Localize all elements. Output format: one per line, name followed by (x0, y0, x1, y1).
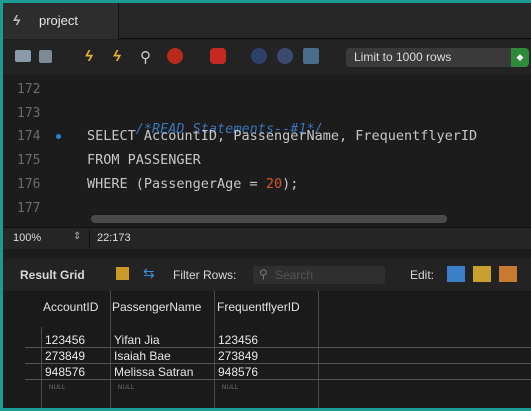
cell-passengername[interactable]: Yifan Jia (114, 333, 160, 347)
autocommit-icon[interactable] (303, 48, 319, 64)
zoom-stepper-icon[interactable]: ⇕ (73, 231, 81, 242)
search-icon: ⚲ (259, 267, 268, 281)
cell-accountid[interactable]: 123456 (45, 333, 85, 347)
refresh-icon[interactable]: ⇆ (143, 265, 155, 282)
pane-divider[interactable] (3, 249, 531, 259)
cell-frequentflyerid[interactable]: 273849 (218, 349, 258, 363)
edit-label: Edit: (410, 268, 435, 282)
edit-icon[interactable] (447, 266, 465, 282)
execute-icon[interactable]: ϟ (85, 48, 101, 65)
tab-project[interactable]: ϟ project (3, 3, 119, 39)
cell-null[interactable]: NULL (222, 385, 239, 391)
chevron-updown-icon: ◆ (511, 48, 529, 67)
sql-toolbar: ϟ ϟ ⚲ Limit to 1000 rows ◆ (3, 40, 531, 74)
code-line-174: SELECT AccountID, PassengerName, Frequen… (87, 128, 478, 144)
line-number: 173 (17, 106, 41, 121)
cell-passengername[interactable]: Isaiah Bae (114, 349, 171, 363)
line-number: 176 (17, 177, 41, 192)
result-grid-title: Result Grid (20, 268, 85, 282)
grid-icon[interactable] (116, 267, 129, 280)
cell-accountid[interactable]: 273849 (45, 349, 85, 363)
column-header-accountid[interactable]: AccountID (43, 300, 98, 314)
horizontal-scrollbar[interactable] (91, 215, 447, 223)
cursor-position: 22:173 (97, 232, 131, 244)
sql-editor[interactable]: 172 173 174 175 176 177 /*READ Statement… (3, 75, 531, 227)
cell-frequentflyerid[interactable]: 948576 (218, 365, 258, 379)
toggle-icon[interactable] (210, 48, 226, 64)
save-icon[interactable] (39, 50, 52, 63)
line-number: 175 (17, 153, 41, 168)
line-number: 174 (17, 129, 41, 144)
statement-marker-icon (56, 134, 61, 139)
tab-title: project (39, 13, 79, 28)
rollback-icon[interactable] (277, 48, 293, 64)
code-line-175: FROM PASSENGER (87, 152, 201, 168)
explain-icon[interactable]: ⚲ (140, 48, 156, 66)
column-header-frequentflyerid[interactable]: FrequentflyerID (217, 300, 300, 314)
line-number: 177 (17, 201, 41, 216)
limit-label: Limit to 1000 rows (354, 50, 452, 64)
delete-row-icon[interactable] (499, 266, 517, 282)
result-grid[interactable]: AccountID PassengerName FrequentflyerID … (3, 291, 531, 408)
search-placeholder: Search (275, 268, 314, 282)
filter-rows-label: Filter Rows: (173, 268, 237, 282)
cell-null[interactable]: NULL (118, 385, 135, 391)
cell-null[interactable]: NULL (49, 385, 66, 391)
cell-passengername[interactable]: Melissa Satran (114, 365, 193, 379)
app-window: ϟ project ϟ ϟ ⚲ Limit to 1000 rows ◆ 172… (0, 0, 531, 411)
tab-bar: ϟ project (3, 3, 531, 39)
lightning-icon: ϟ (13, 12, 21, 28)
column-header-passengername[interactable]: PassengerName (112, 300, 201, 314)
commit-icon[interactable] (251, 48, 267, 64)
line-number: 172 (17, 82, 41, 97)
folder-icon[interactable] (15, 50, 31, 62)
stop-icon[interactable] (167, 48, 183, 64)
result-grid-toolbar: Result Grid ⇆ Filter Rows: ⚲ Search Edit… (3, 259, 531, 291)
zoom-level[interactable]: 100% (13, 232, 41, 244)
code-line-176: WHERE (PassengerAge = 20); (87, 176, 299, 192)
add-row-icon[interactable] (473, 266, 491, 282)
cell-frequentflyerid[interactable]: 123456 (218, 333, 258, 347)
editor-status-bar: 100% ⇕ 22:173 (3, 227, 531, 249)
limit-rows-select[interactable]: Limit to 1000 rows ◆ (346, 48, 529, 67)
cell-accountid[interactable]: 948576 (45, 365, 85, 379)
filter-search-input[interactable]: ⚲ Search (253, 266, 385, 284)
execute-cursor-icon[interactable]: ϟ (113, 48, 129, 65)
